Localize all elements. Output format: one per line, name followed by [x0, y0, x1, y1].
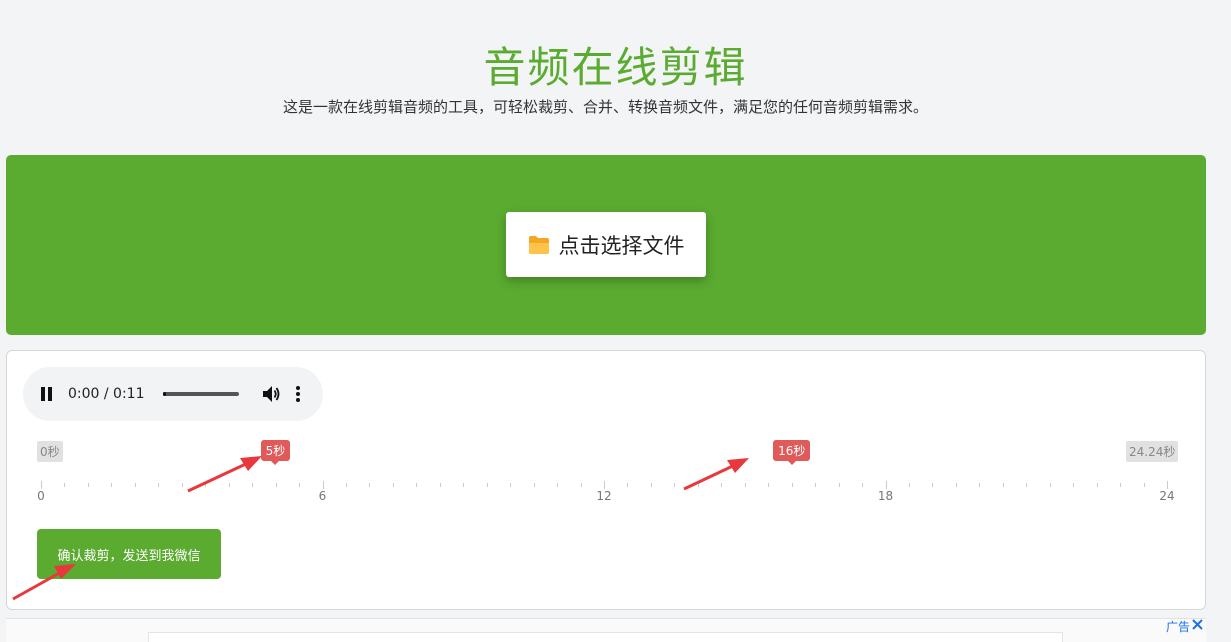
minor-tick [64, 483, 66, 487]
minor-tick [697, 483, 699, 487]
minor-tick [275, 483, 277, 487]
minor-tick [181, 483, 183, 487]
minor-tick [1120, 483, 1122, 487]
minor-tick [908, 483, 910, 487]
minor-tick [557, 483, 559, 487]
major-tick [604, 481, 605, 489]
minor-tick [252, 483, 254, 487]
minor-tick [392, 483, 394, 487]
seek-progress [162, 392, 167, 396]
minor-tick [1143, 483, 1145, 487]
editor-panel: 0:00 / 0:11 0秒 24.24秒 5秒 16秒 0 6 12 18 24 确认… [6, 350, 1206, 610]
minor-tick [768, 483, 770, 487]
tick-label: 24 [1159, 489, 1175, 503]
tick-label: 18 [877, 489, 894, 503]
minor-tick [979, 483, 981, 487]
confirm-trim-button[interactable]: 确认裁剪，发送到我微信 [37, 529, 221, 579]
timeline-start-label: 0秒 [37, 441, 63, 462]
minor-tick [955, 483, 957, 487]
minor-tick [721, 483, 723, 487]
major-tick [1167, 481, 1168, 489]
volume-icon[interactable] [261, 385, 281, 403]
pause-icon[interactable] [41, 387, 53, 401]
minor-tick [1002, 483, 1004, 487]
minor-tick [932, 483, 934, 487]
minor-tick [369, 483, 371, 487]
minor-tick [510, 483, 512, 487]
upload-panel: 点击选择文件 [6, 155, 1206, 335]
minor-tick [838, 483, 840, 487]
ad-container[interactable] [148, 632, 1063, 642]
minor-tick [299, 483, 301, 487]
page-title: 音频在线剪辑 [483, 43, 748, 92]
choose-file-button[interactable]: 点击选择文件 [506, 212, 706, 277]
minor-tick [439, 483, 441, 487]
minor-tick [580, 483, 582, 487]
minor-tick [791, 483, 793, 487]
major-tick [885, 481, 887, 489]
minor-tick [345, 483, 347, 487]
minor-tick [463, 483, 465, 487]
trim-start-handle[interactable]: 5秒 [260, 440, 291, 465]
more-options-icon[interactable] [295, 385, 301, 403]
minor-tick [416, 483, 418, 487]
seek-bar[interactable] [162, 392, 239, 396]
minor-tick [627, 483, 629, 487]
timeline-end-label: 24.24秒 [1126, 441, 1179, 462]
minor-tick [486, 483, 488, 487]
player-time: 0:00 / 0:11 [68, 386, 145, 402]
minor-tick [862, 483, 864, 487]
tick-label: 12 [596, 489, 612, 503]
minor-tick [1026, 483, 1028, 487]
minor-tick [1049, 483, 1051, 487]
major-tick [41, 481, 42, 489]
folder-icon [528, 235, 549, 254]
minor-tick [674, 483, 676, 487]
minor-tick [1096, 483, 1098, 487]
audio-player: 0:00 / 0:11 [23, 367, 323, 421]
minor-tick [111, 483, 113, 487]
minor-tick [533, 483, 535, 487]
close-icon[interactable] [1192, 619, 1203, 630]
minor-tick [158, 483, 160, 487]
minor-tick [1073, 483, 1075, 487]
minor-tick [87, 483, 89, 487]
trim-end-handle[interactable]: 16秒 [773, 440, 811, 465]
tick-label: 0 [37, 489, 45, 503]
choose-file-label: 点击选择文件 [558, 233, 685, 258]
trim-timeline[interactable]: 0秒 24.24秒 5秒 16秒 0 6 12 18 24 [7, 431, 1207, 511]
minor-tick [744, 483, 746, 487]
major-tick [322, 481, 324, 489]
ad-label: 广告 [1166, 620, 1191, 634]
minor-tick [228, 483, 230, 487]
minor-tick [205, 483, 207, 487]
page-subtitle: 这是一款在线剪辑音频的工具，可轻松裁剪、合并、转换音频文件，满足您的任何音频剪辑… [282, 98, 928, 116]
tick-label: 6 [318, 489, 327, 503]
minor-tick [134, 483, 136, 487]
minor-tick [815, 483, 817, 487]
minor-tick [650, 483, 652, 487]
